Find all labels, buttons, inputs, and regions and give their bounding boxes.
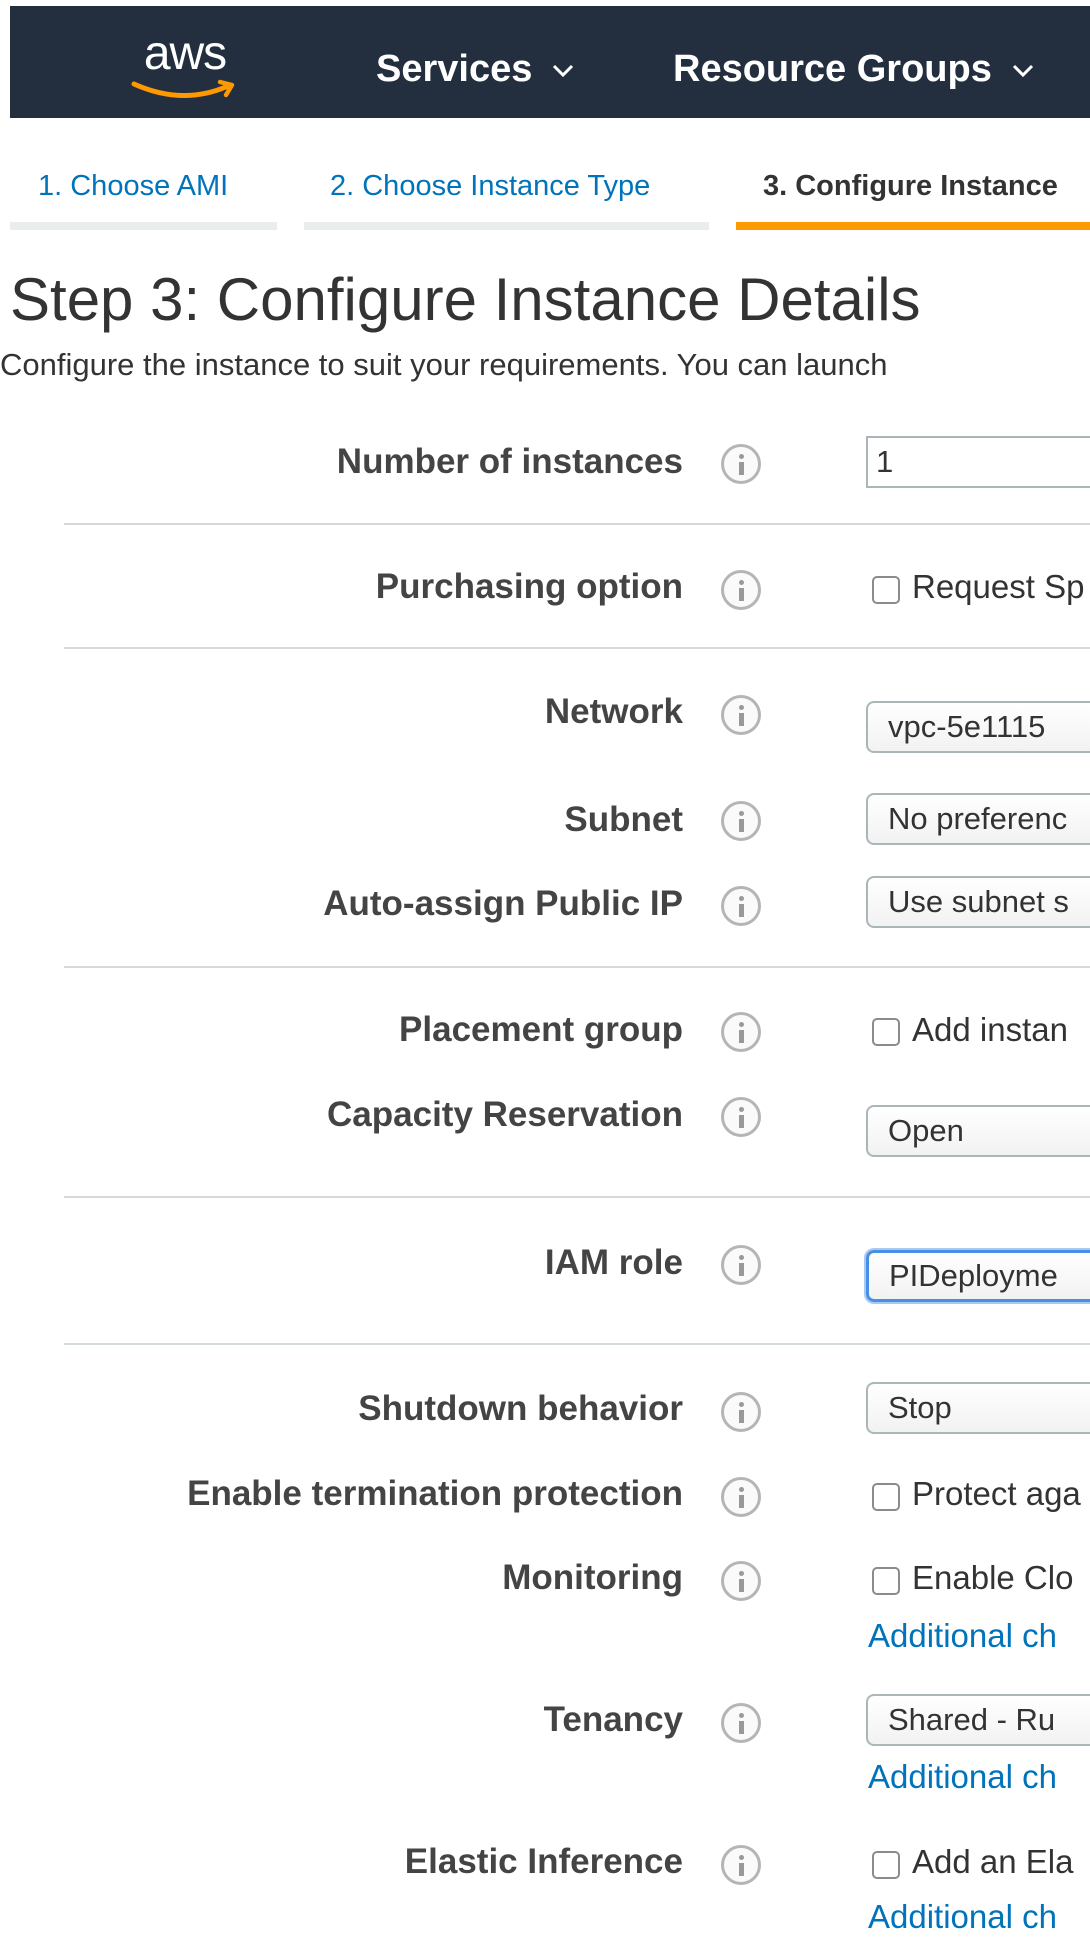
- network-label: Network: [544, 692, 683, 731]
- info-icon[interactable]: [721, 695, 761, 735]
- info-icon[interactable]: [721, 1477, 761, 1517]
- elastic-inference-additional-charges-link[interactable]: Additional ch: [868, 1897, 1057, 1937]
- info-icon[interactable]: [721, 1561, 761, 1601]
- chevron-down-icon: [553, 64, 574, 78]
- shutdown-behavior-select[interactable]: Stop: [866, 1382, 1090, 1434]
- elastic-inference-label: Elastic Inference: [404, 1842, 683, 1881]
- section-divider: [64, 523, 1090, 525]
- request-spot-checkbox[interactable]: [872, 576, 900, 604]
- tab-underline: [10, 222, 277, 230]
- tenancy-select[interactable]: Shared - Ru: [866, 1694, 1090, 1746]
- number-of-instances-label: Number of instances: [336, 442, 683, 481]
- tab-configure-instance[interactable]: 3. Configure Instance: [763, 166, 1058, 206]
- section-divider: [64, 1196, 1090, 1198]
- tab-underline: [304, 222, 709, 230]
- info-icon[interactable]: [721, 1012, 761, 1052]
- chevron-down-icon: [1012, 64, 1033, 78]
- tab-choose-instance-type[interactable]: 2. Choose Instance Type: [330, 166, 650, 206]
- section-divider: [64, 647, 1090, 649]
- aws-logo[interactable]: aws: [128, 26, 242, 106]
- monitoring-label: Monitoring: [502, 1558, 683, 1597]
- resource-groups-menu-label: Resource Groups: [673, 48, 992, 90]
- subnet-label: Subnet: [564, 800, 683, 839]
- services-menu[interactable]: Services: [376, 46, 574, 92]
- purchasing-option-label: Purchasing option: [375, 567, 683, 606]
- info-icon[interactable]: [721, 1097, 761, 1137]
- services-menu-label: Services: [376, 48, 533, 90]
- termination-protection-checkbox-label[interactable]: Protect aga: [912, 1474, 1081, 1514]
- info-icon[interactable]: [721, 886, 761, 926]
- active-tab-underline: [736, 222, 1090, 230]
- auto-assign-public-ip-label: Auto-assign Public IP: [323, 884, 683, 923]
- termination-protection-checkbox[interactable]: [872, 1483, 900, 1511]
- request-spot-checkbox-label[interactable]: Request Sp: [912, 567, 1084, 607]
- info-icon[interactable]: [721, 570, 761, 610]
- aws-logo-text: aws: [143, 27, 227, 80]
- iam-role-label: IAM role: [544, 1243, 683, 1282]
- subnet-select[interactable]: No preferenc: [866, 793, 1090, 845]
- placement-group-checkbox-label[interactable]: Add instan: [912, 1010, 1068, 1050]
- termination-protection-label: Enable termination protection: [187, 1474, 683, 1513]
- number-of-instances-input[interactable]: 1: [866, 436, 1090, 488]
- info-icon[interactable]: [721, 1845, 761, 1885]
- monitoring-checkbox-label[interactable]: Enable Clo: [912, 1558, 1073, 1598]
- iam-role-select[interactable]: PIDeployme: [866, 1250, 1090, 1302]
- info-icon[interactable]: [721, 1392, 761, 1432]
- info-icon[interactable]: [721, 801, 761, 841]
- network-select[interactable]: vpc-5e1115: [866, 701, 1090, 753]
- capacity-reservation-label: Capacity Reservation: [327, 1095, 683, 1134]
- auto-assign-public-ip-select[interactable]: Use subnet s: [866, 876, 1090, 928]
- placement-group-checkbox[interactable]: [872, 1018, 900, 1046]
- shutdown-behavior-label: Shutdown behavior: [358, 1389, 683, 1428]
- section-divider: [64, 966, 1090, 968]
- section-divider: [64, 1343, 1090, 1345]
- info-icon[interactable]: [721, 1703, 761, 1743]
- placement-group-label: Placement group: [399, 1010, 683, 1049]
- top-navigation-bar: aws Services Resource Groups: [10, 6, 1090, 118]
- monitoring-additional-charges-link[interactable]: Additional ch: [868, 1616, 1057, 1656]
- info-icon[interactable]: [721, 444, 761, 484]
- info-icon[interactable]: [721, 1245, 761, 1285]
- tab-choose-ami[interactable]: 1. Choose AMI: [38, 166, 228, 206]
- elastic-inference-checkbox-label[interactable]: Add an Ela: [912, 1842, 1073, 1882]
- elastic-inference-checkbox[interactable]: [872, 1851, 900, 1879]
- page-description: Configure the instance to suit your requ…: [0, 347, 888, 382]
- tenancy-label: Tenancy: [543, 1700, 683, 1739]
- aws-smile-icon: [131, 79, 235, 98]
- tenancy-additional-charges-link[interactable]: Additional ch: [868, 1757, 1057, 1797]
- page-title: Step 3: Configure Instance Details: [10, 266, 921, 333]
- capacity-reservation-select[interactable]: Open: [866, 1105, 1090, 1157]
- resource-groups-menu[interactable]: Resource Groups: [673, 46, 1034, 92]
- monitoring-checkbox[interactable]: [872, 1567, 900, 1595]
